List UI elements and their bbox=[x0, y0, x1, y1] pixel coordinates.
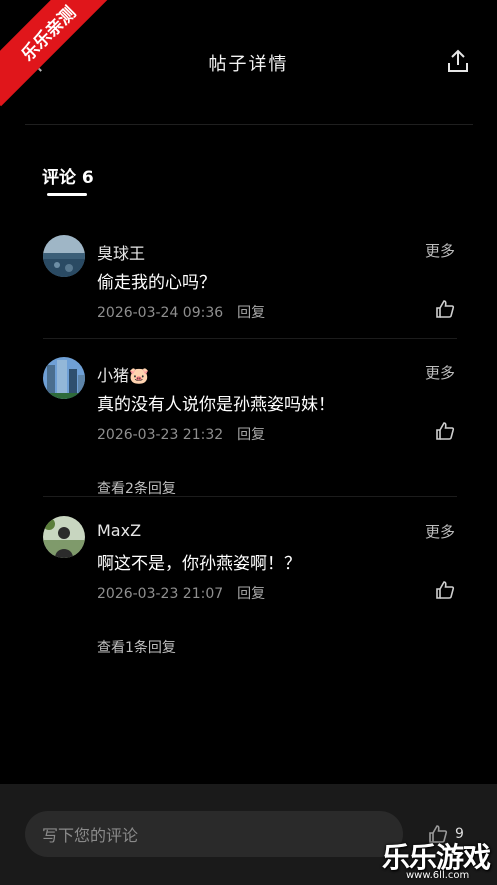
header-divider bbox=[25, 124, 473, 125]
comment-time: 2026-03-24 09:36 bbox=[97, 305, 224, 321]
view-replies-link[interactable]: 查看1条回复 bbox=[97, 637, 176, 657]
comment-item: 臭球王 更多 偷走我的心吗？ 2026-03-24 09:36 回复 bbox=[43, 235, 457, 330]
watermark: 乐乐游戏 www.6ll.com bbox=[382, 836, 497, 885]
reply-button[interactable]: 回复 bbox=[237, 586, 265, 602]
share-icon[interactable] bbox=[446, 48, 470, 74]
comment-text: 偷走我的心吗？ bbox=[97, 273, 216, 293]
thumbs-up-icon[interactable] bbox=[435, 580, 455, 600]
comment-divider bbox=[43, 338, 457, 339]
view-replies-link[interactable]: 查看2条回复 bbox=[97, 478, 176, 498]
more-button[interactable]: 更多 bbox=[425, 240, 455, 261]
avatar[interactable] bbox=[43, 235, 85, 277]
comment-time: 2026-03-23 21:32 bbox=[97, 427, 224, 443]
comment-meta: 2026-03-23 21:07 回复 bbox=[97, 583, 265, 603]
thumbs-up-icon[interactable] bbox=[435, 421, 455, 441]
comment-divider bbox=[43, 496, 457, 497]
comment-input[interactable]: 写下您的评论 bbox=[25, 811, 403, 857]
comment-time: 2026-03-23 21:07 bbox=[97, 586, 224, 602]
page-title: 帖子详情 bbox=[208, 54, 289, 75]
tab-indicator bbox=[47, 193, 87, 196]
comment-author[interactable]: 臭球王 bbox=[97, 240, 145, 264]
more-button[interactable]: 更多 bbox=[425, 362, 455, 383]
comment-author[interactable]: 小猪🐷 bbox=[97, 362, 149, 386]
reply-button[interactable]: 回复 bbox=[237, 427, 265, 443]
comment-author[interactable]: MaxZ bbox=[97, 521, 141, 540]
avatar[interactable] bbox=[43, 357, 85, 399]
comment-item: MaxZ 更多 啊这不是，你孙燕姿啊！？ 2026-03-23 21:07 回复 … bbox=[43, 516, 457, 656]
comment-text: 真的没有人说你是孙燕姿吗妹！ bbox=[97, 395, 335, 415]
comment-meta: 2026-03-24 09:36 回复 bbox=[97, 302, 265, 322]
avatar[interactable] bbox=[43, 516, 85, 558]
comment-text: 啊这不是，你孙燕姿啊！？ bbox=[97, 554, 301, 574]
reply-button[interactable]: 回复 bbox=[237, 305, 265, 321]
thumbs-up-icon[interactable] bbox=[435, 299, 455, 319]
watermark-url: www.6ll.com bbox=[406, 870, 470, 881]
more-button[interactable]: 更多 bbox=[425, 521, 455, 542]
comment-item: 小猪🐷 更多 真的没有人说你是孙燕姿吗妹！ 2026-03-23 21:32 回复… bbox=[43, 357, 457, 497]
comments-count-tab[interactable]: 评论 6 bbox=[42, 163, 94, 188]
comment-meta: 2026-03-23 21:32 回复 bbox=[97, 424, 265, 444]
